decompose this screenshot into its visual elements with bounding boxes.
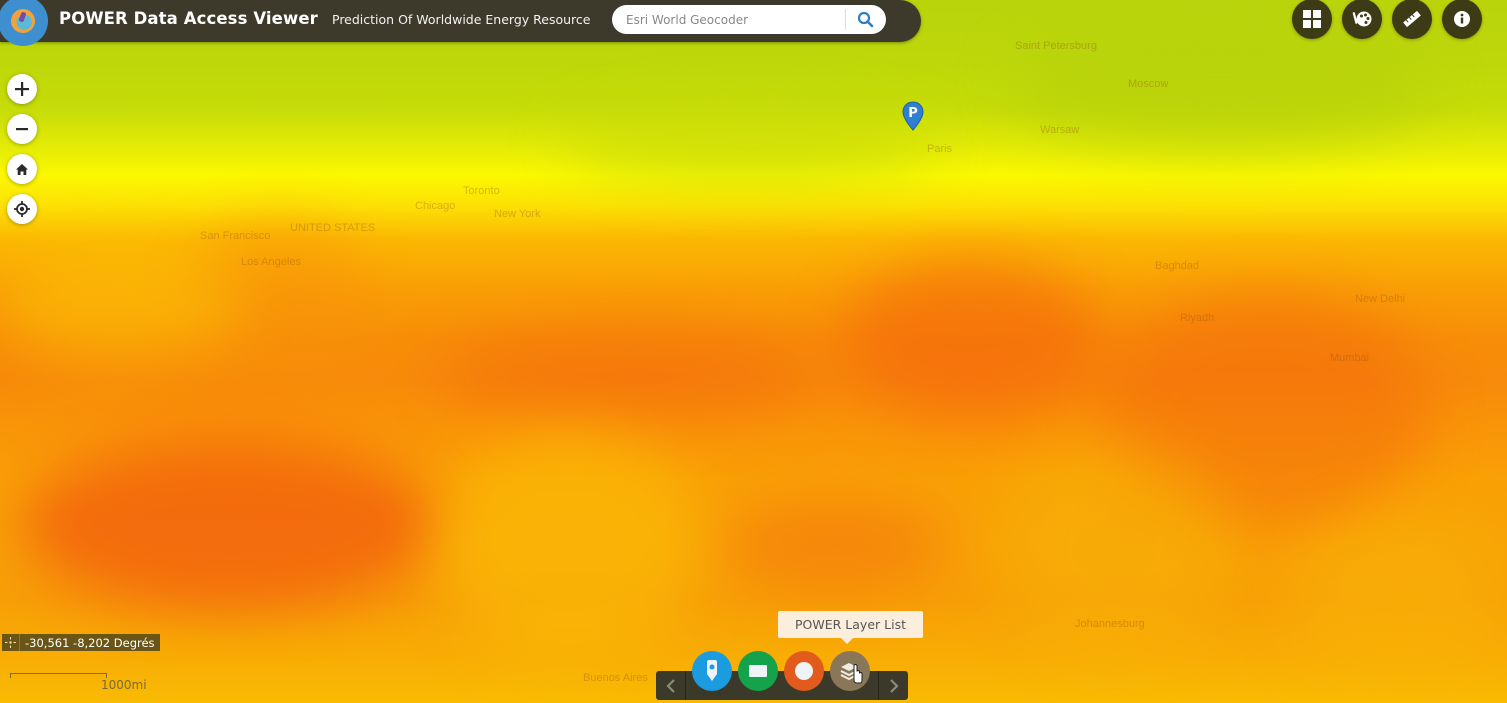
- region-widget-button[interactable]: [738, 651, 778, 691]
- heat-region: [1290, 520, 1507, 680]
- layer-list-tooltip: POWER Layer List: [778, 611, 923, 644]
- heat-region: [840, 260, 1100, 420]
- locate-icon: [14, 201, 30, 217]
- info-icon: [1454, 11, 1470, 27]
- zoom-in-button[interactable]: [7, 74, 37, 104]
- global-widget-button[interactable]: [784, 651, 824, 691]
- app-header: POWER Data Access Viewer Prediction Of W…: [0, 0, 921, 46]
- about-button[interactable]: [1442, 0, 1482, 39]
- scale-bar: [10, 673, 107, 678]
- map-view[interactable]: Toronto Chicago New York UNITED STATES San F…: [0, 0, 1507, 703]
- my-location-button[interactable]: [7, 194, 37, 224]
- point-widget-button[interactable]: [692, 651, 732, 691]
- palette-icon: [1352, 11, 1372, 27]
- plus-icon: [15, 82, 29, 96]
- minus-icon: [16, 128, 28, 131]
- search-box: [612, 5, 886, 34]
- rectangle-icon: [749, 665, 767, 677]
- search-divider: [845, 9, 846, 30]
- location-marker-pin[interactable]: P: [902, 101, 924, 131]
- grid-icon: [1303, 10, 1321, 28]
- widgets-grid-button[interactable]: [1292, 0, 1332, 39]
- scale-bar-label: 1000mi: [101, 678, 147, 692]
- search-icon: [857, 11, 873, 28]
- home-icon: [16, 163, 28, 175]
- power-globe-logo-icon[interactable]: [0, 0, 48, 46]
- layer-list-widget-button[interactable]: [830, 651, 870, 691]
- search-input[interactable]: [626, 10, 848, 29]
- chevron-right-icon: [889, 678, 899, 693]
- home-button[interactable]: [7, 154, 37, 184]
- app-title: POWER Data Access Viewer: [59, 9, 318, 28]
- search-button[interactable]: [852, 8, 878, 31]
- marker-label: P: [908, 106, 918, 121]
- coordinate-readout: -30,561 -8,202 Degrés: [2, 634, 160, 651]
- heat-region: [440, 330, 820, 420]
- heat-region: [1000, 440, 1230, 660]
- basemap-palette-button[interactable]: [1342, 0, 1382, 39]
- tray-next-button[interactable]: [878, 671, 908, 700]
- heat-region: [720, 500, 950, 590]
- heat-region: [0, 250, 240, 360]
- coordinates-text: -30,561 -8,202 Degrés: [25, 635, 155, 650]
- crosshair-icon[interactable]: [2, 634, 20, 651]
- measure-button[interactable]: [1392, 0, 1432, 39]
- heat-region: [20, 440, 440, 610]
- app-subtitle: Prediction Of Worldwide Energy Resource: [332, 12, 591, 27]
- circle-icon: [795, 662, 813, 680]
- chevron-left-icon: [665, 678, 675, 693]
- heat-region: [1010, 20, 1430, 150]
- map-pin-icon: [707, 660, 717, 681]
- heat-region: [440, 430, 700, 660]
- zoom-out-button[interactable]: [7, 114, 37, 144]
- ruler-icon: [1403, 10, 1421, 28]
- tray-prev-button[interactable]: [656, 671, 686, 700]
- heat-region: [560, 110, 940, 180]
- layers-icon: [840, 663, 863, 684]
